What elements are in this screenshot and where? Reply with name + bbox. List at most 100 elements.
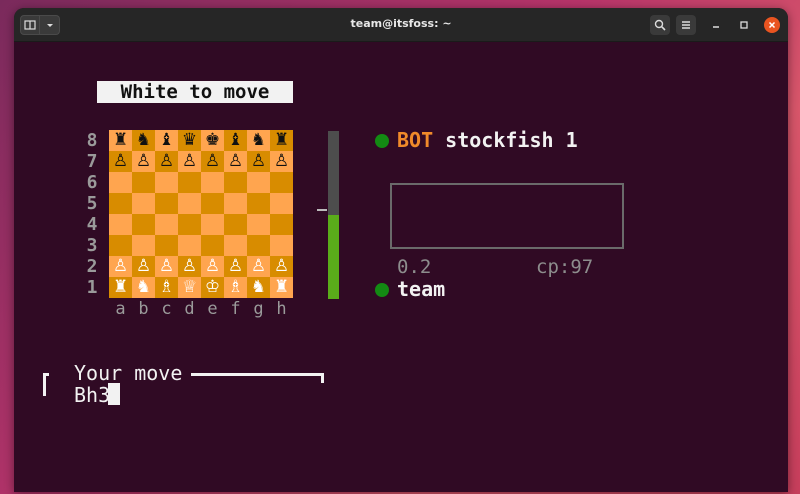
rank-label: 7 (86, 151, 98, 172)
white-queen-d1[interactable]: ♕ (178, 277, 201, 298)
chess-board[interactable]: ♜ ♞ ♝ ♛ ♚ ♝ ♞ ♜ ♙ ♙ ♙ ♙ ♙ ♙ ♙ ♙ ♙ ♙ ♙ ♙ ♙ ♙ ♙ ♙ ♜ ♞ ♗ ♕ ♔ ♗ ♞ ♜ (109, 130, 293, 298)
square-f6[interactable] (224, 172, 247, 193)
white-pawn-h2[interactable]: ♙ (270, 256, 293, 277)
white-pawn-e2[interactable]: ♙ (201, 256, 224, 277)
move-box-corner-right (321, 373, 324, 383)
title-bar: team@itsfoss: ~ (14, 8, 788, 42)
black-pawn-a7[interactable]: ♙ (109, 151, 132, 172)
square-e4[interactable] (201, 214, 224, 235)
evaluation-bar-marker (317, 209, 327, 211)
file-label: c (161, 299, 172, 319)
square-e3[interactable] (201, 235, 224, 256)
white-pawn-f2[interactable]: ♙ (224, 256, 247, 277)
square-e5[interactable] (201, 193, 224, 214)
white-pawn-d2[interactable]: ♙ (178, 256, 201, 277)
black-bishop-f8[interactable]: ♝ (224, 130, 247, 151)
square-f4[interactable] (224, 214, 247, 235)
black-pawn-g7[interactable]: ♙ (247, 151, 270, 172)
centipawn-score: cp:97 (536, 256, 594, 278)
square-a6[interactable] (109, 172, 132, 193)
text-cursor (108, 383, 120, 405)
minimize-icon[interactable] (708, 17, 724, 33)
white-rook-a1[interactable]: ♜ (109, 277, 132, 298)
move-input[interactable]: Bh3 (74, 383, 110, 407)
move-box-corner-left (43, 373, 49, 396)
square-d3[interactable] (178, 235, 201, 256)
turn-status: White to move (97, 81, 293, 103)
white-pawn-b2[interactable]: ♙ (132, 256, 155, 277)
square-h6[interactable] (270, 172, 293, 193)
file-label: d (184, 299, 195, 319)
square-a4[interactable] (109, 214, 132, 235)
bot-tag: BOT (397, 128, 434, 152)
square-d4[interactable] (178, 214, 201, 235)
black-pawn-b7[interactable]: ♙ (132, 151, 155, 172)
square-g5[interactable] (247, 193, 270, 214)
square-d6[interactable] (178, 172, 201, 193)
rank-label: 8 (86, 130, 98, 151)
black-knight-b8[interactable]: ♞ (132, 130, 155, 151)
square-c4[interactable] (155, 214, 178, 235)
white-king-e1[interactable]: ♔ (201, 277, 224, 298)
file-label: a (115, 299, 126, 319)
move-box-border (191, 373, 322, 376)
black-bishop-c8[interactable]: ♝ (155, 130, 178, 151)
white-pawn-a2[interactable]: ♙ (109, 256, 132, 277)
black-pawn-e7[interactable]: ♙ (201, 151, 224, 172)
square-c6[interactable] (155, 172, 178, 193)
white-bishop-f1[interactable]: ♗ (224, 277, 247, 298)
square-g3[interactable] (247, 235, 270, 256)
white-rook-h1[interactable]: ♜ (270, 277, 293, 298)
square-b3[interactable] (132, 235, 155, 256)
black-pawn-d7[interactable]: ♙ (178, 151, 201, 172)
close-icon[interactable] (764, 17, 780, 33)
square-c5[interactable] (155, 193, 178, 214)
square-e6[interactable] (201, 172, 224, 193)
square-g4[interactable] (247, 214, 270, 235)
black-pawn-f7[interactable]: ♙ (224, 151, 247, 172)
black-king-e8[interactable]: ♚ (201, 130, 224, 151)
black-pawn-c7[interactable]: ♙ (155, 151, 178, 172)
square-c3[interactable] (155, 235, 178, 256)
rank-label: 4 (86, 214, 98, 235)
move-prompt-title: Your move (74, 361, 183, 385)
file-label: h (276, 299, 287, 319)
square-h4[interactable] (270, 214, 293, 235)
white-pawn-g2[interactable]: ♙ (247, 256, 270, 277)
square-h3[interactable] (270, 235, 293, 256)
rank-label: 5 (86, 193, 98, 214)
square-b5[interactable] (132, 193, 155, 214)
white-knight-g1[interactable]: ♞ (247, 277, 270, 298)
white-knight-b1[interactable]: ♞ (132, 277, 155, 298)
hamburger-icon[interactable] (676, 15, 696, 35)
white-pawn-c2[interactable]: ♙ (155, 256, 178, 277)
rank-label: 2 (86, 256, 98, 277)
black-knight-g8[interactable]: ♞ (247, 130, 270, 151)
file-label: g (253, 299, 264, 319)
black-rook-h8[interactable]: ♜ (270, 130, 293, 151)
square-f5[interactable] (224, 193, 247, 214)
evaluation-bar-fill (328, 215, 339, 299)
white-bishop-c1[interactable]: ♗ (155, 277, 178, 298)
evaluation-graph (390, 183, 624, 249)
square-h5[interactable] (270, 193, 293, 214)
black-pawn-h7[interactable]: ♙ (270, 151, 293, 172)
user-status-indicator (375, 283, 389, 297)
black-queen-d8[interactable]: ♛ (178, 130, 201, 151)
square-f3[interactable] (224, 235, 247, 256)
square-a3[interactable] (109, 235, 132, 256)
bot-player-line: BOT stockfish 1 (397, 128, 578, 152)
terminal-content[interactable]: White to move 87654321 ♜ ♞ ♝ ♛ ♚ ♝ ♞ ♜ ♙ ♙ ♙ ♙ ♙ ♙ ♙ ♙ ♙… (14, 42, 788, 492)
black-rook-a8[interactable]: ♜ (109, 130, 132, 151)
square-g6[interactable] (247, 172, 270, 193)
square-d5[interactable] (178, 193, 201, 214)
square-a5[interactable] (109, 193, 132, 214)
square-b6[interactable] (132, 172, 155, 193)
rank-label: 6 (86, 172, 98, 193)
evaluation-value: 0.2 (397, 256, 432, 278)
square-b4[interactable] (132, 214, 155, 235)
maximize-icon[interactable] (736, 17, 752, 33)
search-icon[interactable] (650, 15, 670, 35)
rank-label: 3 (86, 235, 98, 256)
user-name: team (397, 277, 446, 301)
